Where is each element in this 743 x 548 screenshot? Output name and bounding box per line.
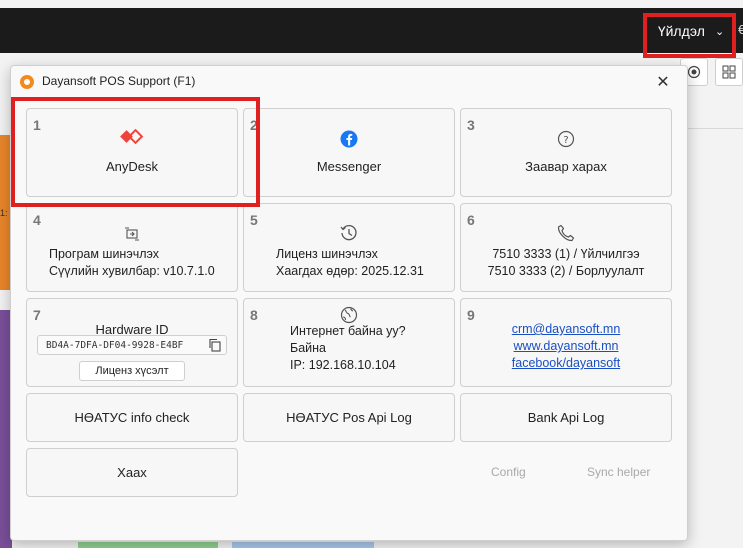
phone-tile[interactable]: 6 7510 3333 (1) / Үйлчилгээ 7510 3333 (2…: [460, 203, 672, 292]
bg-divider: [688, 128, 743, 129]
bank-api-log-label: Bank Api Log: [527, 410, 605, 425]
svg-text:?: ?: [563, 135, 568, 146]
bank-api-log-button[interactable]: Bank Api Log: [460, 393, 672, 442]
hardware-id-value: BD4A-7DFA-DF04-9928-E4BF: [46, 339, 184, 351]
facebook-link[interactable]: facebook/dayansoft: [461, 355, 671, 372]
help-icon: ?: [556, 129, 576, 149]
website-link[interactable]: www.dayansoft.mn: [461, 338, 671, 355]
globe-icon: [339, 305, 359, 325]
dialog-title: Dayansoft POS Support (F1): [42, 74, 196, 88]
tile-number: 3: [467, 117, 475, 133]
bg-blue-tile: [232, 542, 374, 548]
messenger-icon: [339, 129, 359, 149]
history-icon: [338, 222, 360, 244]
actions-menu-label: Үйлдэл: [657, 23, 705, 39]
close-icon[interactable]: ✕: [653, 72, 673, 92]
bg-green-tile: [78, 542, 218, 548]
anydesk-label: AnyDesk: [105, 159, 159, 174]
program-update-tile[interactable]: 4 Програм шинэчлэх Сүүлийн хувилбар: v10…: [26, 203, 238, 292]
guide-tile[interactable]: 3 ? Заавар харах: [460, 108, 672, 197]
info-check-button[interactable]: НӨАТУС info check: [26, 393, 238, 442]
sales-phone-text: 7510 3333 (2) / Борлуулалт: [487, 264, 645, 278]
license-request-button[interactable]: Лиценз хүсэлт: [79, 361, 185, 381]
tile-number: 4: [33, 212, 41, 228]
phone-icon: [555, 222, 577, 244]
pos-api-log-label: НӨАТУС Pos Api Log: [286, 410, 412, 425]
app-topbar: [0, 8, 743, 53]
tile-number: 6: [467, 212, 475, 228]
messenger-tile[interactable]: 2 Messenger: [243, 108, 455, 197]
license-renew-label: Лиценз шинэчлэх: [276, 247, 378, 261]
hardware-id-tile: 7 Hardware ID BD4A-7DFA-DF04-9928-E4BF Л…: [26, 298, 238, 387]
actions-menu-button[interactable]: Үйлдэл ⌄: [647, 13, 735, 49]
internet-tile[interactable]: 8 Интернет байна уу? Байна IP: 192.168.1…: [243, 298, 455, 387]
license-expiry-text: Хаагдах өдөр: 2025.12.31: [276, 264, 424, 278]
service-phone-text: 7510 3333 (1) / Үйлчилгээ: [492, 247, 640, 261]
sync-helper-button[interactable]: Sync helper: [587, 465, 650, 479]
license-renew-tile[interactable]: 5 Лиценз шинэчлэх Хаагдах өдөр: 2025.12.…: [243, 203, 455, 292]
chevron-down-icon: ⌄: [714, 25, 725, 38]
tile-number: 8: [250, 307, 258, 323]
tile-number: 5: [250, 212, 258, 228]
internet-status-text: Байна: [290, 341, 326, 355]
close-label: Хаах: [117, 465, 147, 480]
update-icon: [122, 224, 142, 244]
dayansoft-logo-icon: [20, 75, 34, 89]
support-dialog: Dayansoft POS Support (F1) ✕ 1 AnyDesk 2…: [10, 65, 688, 541]
contact-links-tile: 9 crm@dayansoft.mn www.dayansoft.mn face…: [460, 298, 672, 387]
bg-tick-text: 1:: [0, 208, 8, 218]
program-update-label: Програм шинэчлэх: [49, 247, 160, 261]
guide-label: Заавар харах: [525, 159, 607, 174]
info-check-label: НӨАТУС info check: [74, 410, 190, 425]
hardware-id-field[interactable]: BD4A-7DFA-DF04-9928-E4BF: [37, 335, 227, 355]
anydesk-tile[interactable]: 1 AnyDesk: [26, 108, 238, 197]
tile-number: 1: [33, 117, 41, 133]
messenger-label: Messenger: [316, 159, 382, 174]
config-button[interactable]: Config: [491, 465, 526, 479]
pos-api-log-button[interactable]: НӨАТУС Pos Api Log: [243, 393, 455, 442]
dialog-titlebar: Dayansoft POS Support (F1) ✕: [11, 66, 687, 98]
email-link[interactable]: crm@dayansoft.mn: [461, 321, 671, 338]
grid-icon-button[interactable]: [715, 58, 743, 86]
record-icon: [687, 65, 701, 79]
tile-number: 2: [250, 117, 258, 133]
latest-version-text: Сүүлийн хувилбар: v10.7.1.0: [49, 264, 215, 278]
copy-icon[interactable]: [208, 338, 222, 352]
close-button[interactable]: Хаах: [26, 448, 238, 497]
topbar-extra-text: €: [738, 22, 743, 37]
grid-icon: [722, 65, 736, 79]
tile-number: 7: [33, 307, 41, 323]
ip-address-text: IP: 192.168.10.104: [290, 358, 396, 372]
internet-check-label: Интернет байна уу?: [290, 324, 406, 338]
anydesk-icon: [119, 129, 145, 145]
